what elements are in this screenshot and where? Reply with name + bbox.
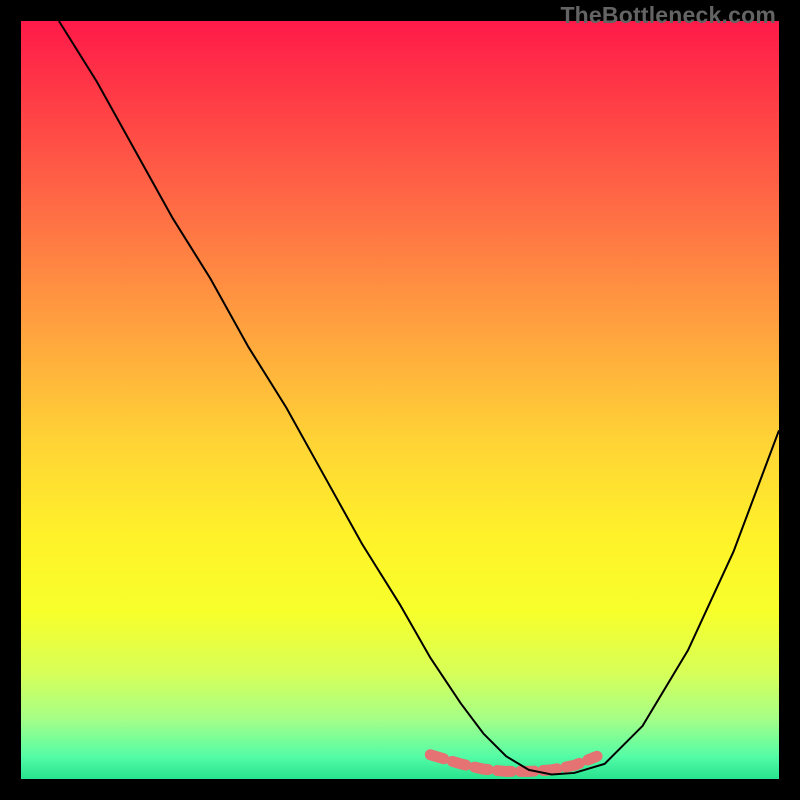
chart-canvas <box>21 21 779 779</box>
chart-gradient-bg <box>21 21 779 779</box>
chart-frame <box>21 21 779 779</box>
watermark-text: TheBottleneck.com <box>560 2 776 29</box>
